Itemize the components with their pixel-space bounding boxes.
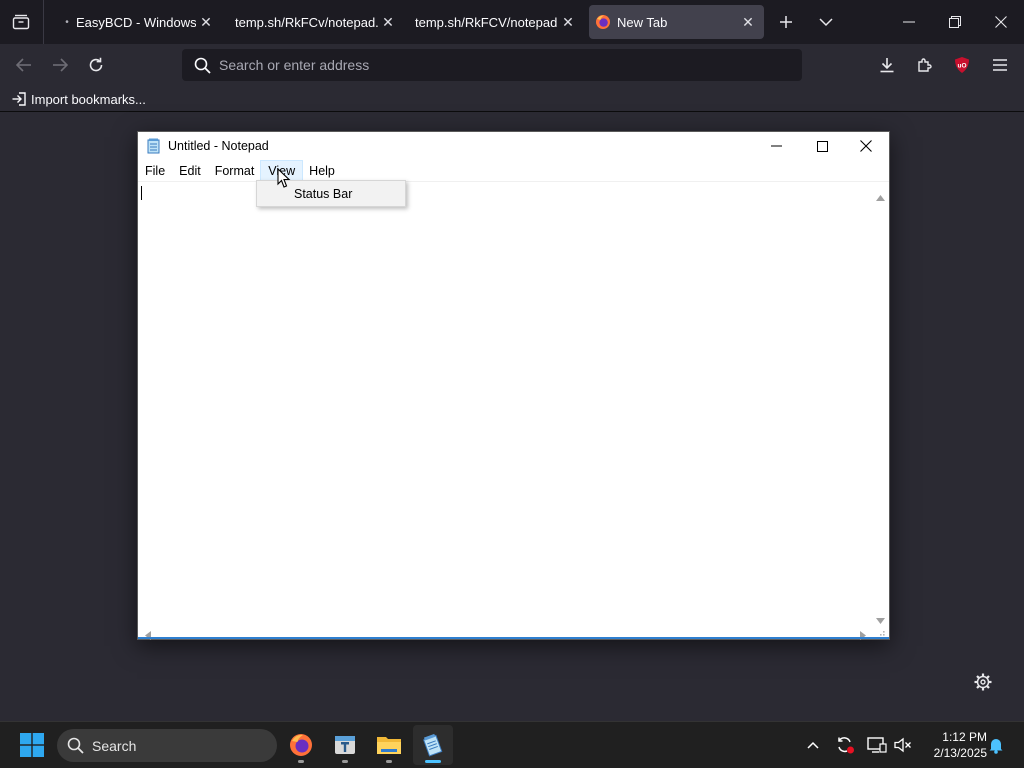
tab-easybcd[interactable]: • EasyBCD - Windows Bo ✕ <box>58 5 216 39</box>
running-indicator <box>425 760 441 763</box>
reload-icon[interactable] <box>81 50 111 80</box>
tab-title: temp.sh/RkFCv/notepad.ex <box>235 14 378 30</box>
downloads-icon[interactable] <box>872 50 902 80</box>
running-indicator <box>342 760 348 763</box>
search-icon <box>194 57 211 74</box>
menu-edit[interactable]: Edit <box>172 161 208 181</box>
running-indicator <box>298 760 304 763</box>
back-icon[interactable] <box>9 50 39 80</box>
tab-temp-sh-2[interactable]: temp.sh/RkFCV/notepad.ex ✕ <box>408 5 578 39</box>
taskbar-file-explorer[interactable] <box>369 725 409 765</box>
toolbox-icon <box>333 733 357 757</box>
taskbar-notepad[interactable] <box>413 725 453 765</box>
text-caret <box>141 186 142 200</box>
notepad-close-icon[interactable] <box>843 132 889 160</box>
notepad-minimize-icon[interactable] <box>753 132 799 160</box>
settings-gear-icon[interactable] <box>970 669 996 695</box>
notepad-icon <box>421 733 445 757</box>
clock-time: 1:12 PM <box>942 730 987 744</box>
clock-date: 2/13/2025 <box>933 746 987 760</box>
address-input[interactable] <box>219 57 779 73</box>
tab-divider <box>43 0 44 44</box>
scroll-up-arrow-icon[interactable] <box>876 188 885 206</box>
new-tab-icon[interactable] <box>766 0 806 44</box>
taskbar-search-box[interactable]: Search <box>57 729 277 762</box>
sync-alert-icon[interactable] <box>834 734 856 756</box>
import-bookmarks-label: Import bookmarks... <box>31 91 146 107</box>
menu-file[interactable]: File <box>138 161 172 181</box>
bookmarks-toolbar: Import bookmarks... <box>0 86 1024 112</box>
notification-bell-icon[interactable] <box>985 734 1007 756</box>
forward-icon[interactable] <box>45 50 75 80</box>
close-tab-icon[interactable]: ✕ <box>738 14 758 31</box>
folder-icon <box>376 734 402 756</box>
show-hidden-icons-chevron-icon[interactable] <box>802 734 824 756</box>
tab-title: EasyBCD - Windows Bo <box>76 14 196 30</box>
firefox-icon <box>289 733 313 757</box>
network-icon[interactable] <box>866 734 888 756</box>
horizontal-scrollbar[interactable] <box>138 624 872 640</box>
dot-icon: • <box>65 16 69 28</box>
import-icon <box>12 92 26 106</box>
minimize-window-icon[interactable] <box>886 0 932 44</box>
taskbar-firefox[interactable] <box>281 725 321 765</box>
close-window-icon[interactable] <box>978 0 1024 44</box>
system-clock[interactable]: 1:12 PM 2/13/2025 <box>915 729 987 761</box>
tab-new-tab[interactable]: New Tab ✕ <box>589 5 764 39</box>
menu-item-status-bar[interactable]: Status Bar <box>294 187 352 201</box>
menu-hamburger-icon[interactable] <box>985 50 1015 80</box>
notepad-title: Untitled - Notepad <box>168 139 269 153</box>
firefox-icon <box>589 14 617 30</box>
menu-help[interactable]: Help <box>302 161 342 181</box>
close-tab-icon[interactable]: ✕ <box>196 14 216 31</box>
notepad-title-bar[interactable]: Untitled - Notepad <box>138 132 889 160</box>
notepad-window[interactable]: Untitled - Notepad File Edit Format View… <box>137 131 890 640</box>
windows-taskbar: Search 1:12 PM 2/13/2025 <box>0 721 1024 768</box>
import-bookmarks-button[interactable]: Import bookmarks... <box>12 90 146 108</box>
start-button-windows-icon[interactable] <box>12 725 52 765</box>
vertical-scrollbar[interactable] <box>872 183 889 624</box>
taskbar-tool-app[interactable] <box>325 725 365 765</box>
mouse-cursor-icon <box>277 167 291 194</box>
tab-title: New Tab <box>617 14 668 30</box>
search-icon <box>67 737 84 754</box>
notepad-bottom-border <box>138 637 889 639</box>
restore-window-icon[interactable] <box>932 0 978 44</box>
ublock-origin-icon[interactable]: uO <box>947 50 977 80</box>
tab-overview-icon[interactable] <box>0 0 42 44</box>
tab-temp-sh-1[interactable]: temp.sh/RkFCv/notepad.ex ✕ <box>228 5 398 39</box>
volume-muted-icon[interactable] <box>892 734 914 756</box>
notepad-app-icon <box>146 138 162 154</box>
menu-format[interactable]: Format <box>208 161 262 181</box>
tab-title: temp.sh/RkFCV/notepad.ex <box>415 14 558 30</box>
browser-tab-bar: • EasyBCD - Windows Bo ✕ temp.sh/RkFCv/n… <box>0 0 1024 44</box>
browser-navigation-bar: uO <box>0 44 1024 86</box>
notepad-text-area[interactable] <box>138 183 872 624</box>
taskbar-search-label: Search <box>92 737 137 754</box>
svg-text:uO: uO <box>957 63 966 70</box>
list-all-tabs-icon[interactable] <box>806 0 846 44</box>
close-tab-icon[interactable]: ✕ <box>558 14 578 31</box>
notepad-maximize-icon[interactable] <box>799 132 845 160</box>
running-indicator <box>386 760 392 763</box>
scroll-left-arrow-icon[interactable] <box>145 627 151 645</box>
scroll-right-arrow-icon[interactable] <box>860 627 866 645</box>
notepad-menu-bar: File Edit Format View Help <box>138 159 889 182</box>
address-bar[interactable] <box>182 49 802 81</box>
resize-grip-icon[interactable] <box>875 626 885 644</box>
extensions-icon[interactable] <box>909 50 939 80</box>
close-tab-icon[interactable]: ✕ <box>378 14 398 31</box>
